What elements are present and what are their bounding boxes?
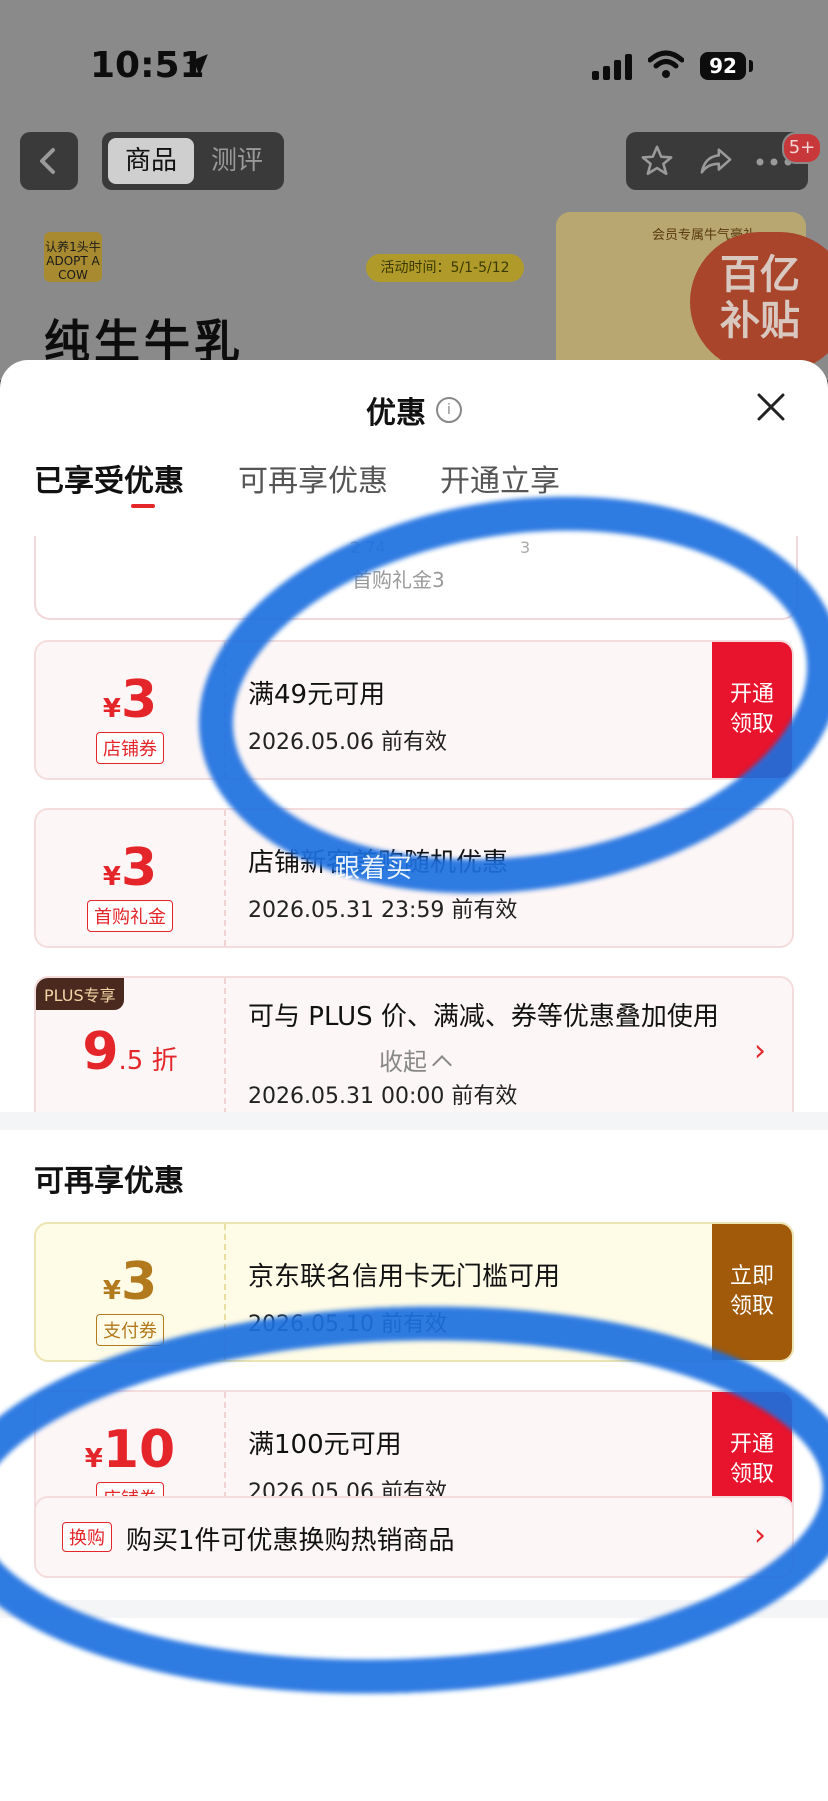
coupon-title: 店铺新客首购随机优惠	[248, 848, 509, 878]
chevron-up-icon	[432, 1055, 452, 1075]
brand-logo: 认养1头牛 ADOPT A COW	[44, 232, 102, 282]
battery-indicator: 92	[700, 52, 746, 80]
cellular-signal-icon	[592, 54, 632, 80]
plus-badge: PLUS专享	[36, 978, 124, 1010]
battery-tip	[749, 60, 753, 72]
coupon-amount: ¥3	[102, 838, 158, 898]
chevron-right-icon: ›	[754, 1518, 766, 1553]
star-icon[interactable]	[640, 144, 674, 178]
price-breakdown-card: 2.74 3 首购礼金3	[34, 536, 798, 620]
status-bar: 10:51 92	[0, 0, 828, 120]
coupon-amount: ¥10	[84, 1420, 176, 1480]
tab-review[interactable]: 测评	[194, 138, 280, 184]
location-arrow-icon	[186, 54, 208, 76]
coupon-card[interactable]: ¥3 店铺券 满49元可用 2026.05.06 前有效 开通 领取	[34, 640, 794, 780]
close-icon[interactable]	[756, 392, 786, 422]
sheet-header: 优惠 i	[0, 388, 828, 432]
breakdown-value: 3	[520, 538, 531, 557]
claim-button[interactable]: 开通 领取	[712, 642, 792, 778]
tab-activate[interactable]: 开通立享	[440, 456, 560, 500]
coupon-type-tag: 首购礼金	[87, 900, 173, 932]
share-icon[interactable]	[698, 144, 734, 178]
chevron-left-icon	[40, 148, 55, 174]
coupon-title: 满100元可用	[248, 1430, 402, 1460]
info-icon[interactable]: i	[436, 397, 462, 423]
coupon-card: ¥3 首购礼金 店铺新客首购随机优惠 2026.05.31 23:59 前有效	[34, 808, 794, 948]
header-actions	[626, 132, 808, 190]
bottom-band	[0, 1600, 828, 1618]
coupon-amount: ¥3	[102, 1252, 158, 1312]
back-button[interactable]	[20, 132, 78, 190]
subsidy-badge: 百亿 补贴	[690, 232, 828, 372]
coupon-title: 京东联名信用卡无门槛可用	[248, 1262, 561, 1292]
tab-more[interactable]: 可再享优惠	[238, 456, 388, 500]
breakdown-label: 首购礼金3	[352, 568, 445, 592]
coupon-expiry: 2026.05.31 23:59 前有效	[248, 898, 518, 923]
coupon-title: 满49元可用	[248, 680, 386, 710]
swap-text: 购买1件可优惠换购热销商品	[126, 1526, 455, 1556]
sheet-title: 优惠	[366, 396, 426, 431]
coupon-expiry: 2026.05.31 00:00 前有效	[248, 1084, 518, 1109]
coupon-card[interactable]: ¥3 支付券 京东联名信用卡无门槛可用 2026.05.10 前有效 立即 领取	[34, 1222, 794, 1362]
swap-offer-row[interactable]: 换购 购买1件可优惠换购热销商品 ›	[34, 1496, 794, 1578]
activity-time: 活动时间：5/1-5/12	[366, 254, 524, 282]
tab-product[interactable]: 商品	[108, 138, 194, 184]
discount-sheet: 优惠 i 已享受优惠 可再享优惠 开通立享 2.74 3 首购礼金3 ¥3 店铺券…	[0, 360, 828, 1801]
coupon-expiry: 2026.05.10 前有效	[248, 1312, 447, 1337]
breakdown-value: 2.74	[350, 538, 386, 557]
collapse-button[interactable]: 收起	[0, 1042, 828, 1077]
coupon-amount: ¥3	[102, 670, 158, 730]
claim-now-button[interactable]: 立即 领取	[712, 1224, 792, 1360]
coupon-value-area: ¥3 店铺券	[36, 642, 226, 778]
tab-underline	[131, 504, 155, 508]
coupon-value-area: ¥3 首购礼金	[36, 810, 226, 946]
coupon-type-tag: 店铺券	[96, 732, 164, 764]
tab-enjoyed[interactable]: 已享受优惠	[34, 456, 184, 500]
segment-control: 商品 测评	[102, 132, 284, 190]
watermark: 跟着买	[334, 854, 413, 884]
coupon-value-area: ¥3 支付券	[36, 1224, 226, 1360]
notification-badge: 5+	[782, 132, 822, 164]
sheet-tabs: 已享受优惠 可再享优惠 开通立享	[34, 456, 794, 508]
section-title-more: 可再享优惠	[34, 1164, 184, 1199]
subsidy-text: 百亿 补贴	[720, 252, 800, 344]
coupon-type-tag: 支付券	[96, 1314, 164, 1346]
swap-tag: 换购	[62, 1522, 112, 1552]
section-divider	[0, 1112, 828, 1130]
background-page: 10:51 92 商品 测评 5+ 认养1头牛 ADOPT A COW 活动时间…	[0, 0, 828, 380]
collapse-label: 收起	[379, 1048, 427, 1076]
coupon-expiry: 2026.05.06 前有效	[248, 730, 447, 755]
wifi-icon	[648, 50, 684, 78]
coupon-title: 可与 PLUS 价、满减、券等优惠叠加使用	[248, 1002, 719, 1032]
